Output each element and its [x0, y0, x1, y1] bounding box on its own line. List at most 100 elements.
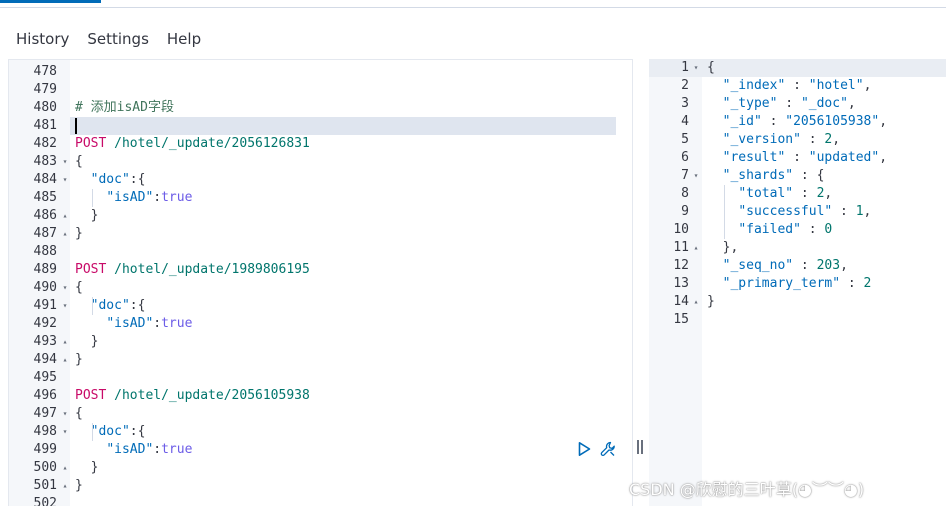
request-code-line[interactable]: 487 ▴} [9, 225, 632, 243]
fold-close-icon[interactable]: ▴ [60, 333, 70, 351]
line-number: 9 [681, 204, 689, 219]
code-text: } [75, 478, 83, 493]
request-code-line[interactable]: 483 ▾ { [9, 153, 632, 171]
splitter-grip-icon[interactable] [637, 440, 643, 454]
fold-open-icon[interactable]: ▾ [60, 405, 70, 423]
indent-guide [724, 185, 725, 239]
fold-open-icon[interactable]: ▾ [60, 153, 70, 171]
line-number: 495 [33, 370, 57, 385]
line-number: 2 [681, 78, 689, 93]
request-code-line[interactable]: 495 [9, 369, 632, 387]
request-code-line[interactable]: 496 POST /hotel/_update/2056105938 [9, 387, 632, 405]
response-code-line[interactable]: 5 "_version" : 2, [649, 131, 946, 149]
code-text: } [707, 294, 715, 309]
fold-close-icon[interactable]: ▴ [60, 225, 70, 243]
request-code-line[interactable]: 484 ▾ "doc":{ [9, 171, 632, 189]
fold-close-icon[interactable]: ▴ [60, 477, 70, 495]
request-code-line[interactable]: 494 ▴} [9, 351, 632, 369]
wrench-icon[interactable] [600, 441, 616, 457]
response-code-line[interactable]: 10 "failed" : 0 [649, 221, 946, 239]
request-code-line[interactable]: 502 [9, 495, 632, 506]
response-code-line[interactable]: 14 ▴} [649, 293, 946, 311]
menu-settings[interactable]: Settings [78, 24, 158, 54]
line-number: 482 [33, 136, 57, 151]
line-number: 15 [673, 312, 689, 327]
watermark-text: CSDN @欣慰的三叶草(◕︶︶◕) [629, 480, 865, 499]
line-number: 500 [33, 460, 57, 475]
request-code-line[interactable]: 481 [9, 117, 632, 135]
line-number: 10 [673, 222, 689, 237]
fold-open-icon[interactable]: ▾ [60, 171, 70, 189]
response-editor[interactable]: 1 ▾{2 "_index" : "hotel", 3 "_type" : "_do… [649, 59, 946, 506]
line-number: 483 [33, 154, 57, 169]
fold-close-icon[interactable]: ▴ [691, 239, 701, 257]
line-number: 478 [33, 64, 57, 79]
request-code-line[interactable]: 488 [9, 243, 632, 261]
response-code-line[interactable]: 7 ▾ "_shards" : { [649, 167, 946, 185]
fold-open-icon[interactable]: ▾ [60, 279, 70, 297]
response-code-line[interactable]: 2 "_index" : "hotel", [649, 77, 946, 95]
code-text: } [75, 352, 83, 367]
response-code-line[interactable]: 9 "successful" : 1, [649, 203, 946, 221]
fold-close-icon[interactable]: ▴ [60, 351, 70, 369]
menu-history[interactable]: History [0, 24, 78, 54]
response-code-line[interactable]: 11 ▴ }, [649, 239, 946, 257]
play-icon[interactable] [576, 441, 592, 457]
pane-splitter[interactable] [632, 59, 649, 506]
line-number: 492 [33, 316, 57, 331]
code-text: "_primary_term" : 2 [722, 276, 872, 291]
line-number: 481 [33, 118, 57, 133]
request-code-line[interactable]: 489 POST /hotel/_update/1989806195 [9, 261, 632, 279]
request-code-line[interactable]: 498 ▾ "doc":{ [9, 423, 632, 441]
response-code-line[interactable]: 8 "total" : 2, [649, 185, 946, 203]
request-code-line[interactable]: 493 ▴ } [9, 333, 632, 351]
code-text: "doc":{ [90, 172, 146, 187]
request-code-line[interactable]: 500 ▴ } [9, 459, 632, 477]
response-code-line[interactable]: 13 "_primary_term" : 2 [649, 275, 946, 293]
request-editor[interactable]: 478 479 480 # 添加isAD字段 481 482 POST /hotel/_up… [8, 59, 632, 506]
response-code-line[interactable]: 1 ▾ { [649, 59, 946, 77]
line-number: 488 [33, 244, 57, 259]
line-number: 490 [33, 280, 57, 295]
line-number: 480 [33, 100, 57, 115]
code-text: { [707, 60, 715, 75]
fold-close-icon[interactable]: ▴ [60, 459, 70, 477]
menu-help[interactable]: Help [158, 24, 210, 54]
code-text: "_id" : "2056105938", [722, 114, 888, 129]
line-number: 11 [673, 240, 689, 255]
request-code-line[interactable]: 486 ▴ } [9, 207, 632, 225]
code-text: } [75, 460, 99, 475]
request-code-line[interactable]: 497 ▾ { [9, 405, 632, 423]
response-code-line[interactable]: 3 "_type" : "_doc", [649, 95, 946, 113]
request-code-line[interactable]: 499 "isAD":true [9, 441, 632, 459]
request-code-line[interactable]: 501 ▴} [9, 477, 632, 495]
code-text: "successful" : 1, [738, 204, 872, 219]
response-code-line[interactable]: 4 "_id" : "2056105938", [649, 113, 946, 131]
request-code-line[interactable]: 480 # 添加isAD字段 [9, 99, 632, 117]
line-number: 491 [33, 298, 57, 313]
request-code-line[interactable]: 482 POST /hotel/_update/2056126831 [9, 135, 632, 153]
request-code-line[interactable]: 492 "isAD":true [9, 315, 632, 333]
indent-guide [92, 423, 93, 441]
request-code-line[interactable]: 478 [9, 63, 632, 81]
fold-close-icon[interactable]: ▴ [60, 207, 70, 225]
fold-open-icon[interactable]: ▾ [691, 167, 701, 185]
fold-close-icon[interactable]: ▴ [691, 293, 701, 311]
response-code-line[interactable]: 12 "_seq_no" : 203, [649, 257, 946, 275]
code-text: } [75, 208, 99, 223]
fold-open-icon[interactable]: ▾ [60, 297, 70, 315]
request-code-line[interactable]: 490 ▾ { [9, 279, 632, 297]
request-code-line[interactable]: 479 [9, 81, 632, 99]
fold-open-icon[interactable]: ▾ [691, 59, 701, 77]
request-code-line[interactable]: 485 "isAD":true [9, 189, 632, 207]
request-code-line[interactable]: 491 ▾ "doc":{ [9, 297, 632, 315]
fold-open-icon[interactable]: ▾ [60, 423, 70, 441]
line-number: 6 [681, 150, 689, 165]
code-text: } [75, 334, 99, 349]
line-number: 487 [33, 226, 57, 241]
code-text: "_type" : "_doc", [722, 96, 856, 111]
code-text: POST /hotel/_update/2056126831 [75, 136, 310, 151]
response-code-line[interactable]: 15 [649, 311, 946, 329]
line-number: 502 [33, 496, 57, 506]
response-code-line[interactable]: 6 "result" : "updated", [649, 149, 946, 167]
